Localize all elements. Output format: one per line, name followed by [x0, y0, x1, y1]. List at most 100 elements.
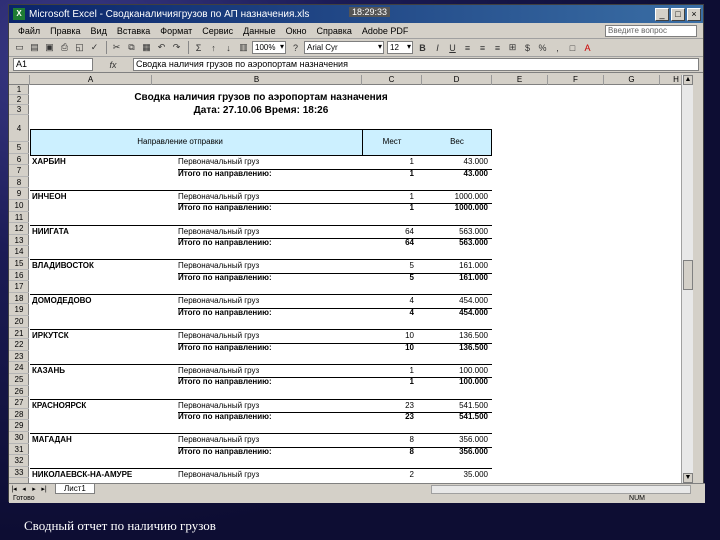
paste-icon[interactable]: ▦ [140, 41, 153, 54]
menu-view[interactable]: Вид [86, 26, 112, 36]
row-header[interactable]: 20 [9, 316, 29, 328]
thousands-icon[interactable]: , [551, 41, 564, 54]
row-header[interactable]: 25 [9, 374, 29, 386]
row-header[interactable]: 15 [9, 258, 29, 270]
vertical-scrollbar[interactable]: ▲ ▼ [681, 75, 693, 483]
first-sheet-icon[interactable]: |◂ [9, 485, 19, 493]
row-header[interactable]: 14 [9, 246, 29, 258]
minimize-button[interactable]: _ [655, 7, 669, 21]
row-header[interactable]: 17 [9, 281, 29, 293]
borders-icon[interactable]: □ [566, 41, 579, 54]
row-header[interactable]: 24 [9, 362, 29, 374]
row-header[interactable]: 32 [9, 455, 29, 467]
name-box[interactable]: A1 [13, 58, 93, 71]
row-header[interactable]: 5 [9, 142, 29, 154]
font-size-select[interactable]: 12 [387, 41, 413, 54]
column-header[interactable]: G [604, 75, 660, 85]
copy-icon[interactable]: ⧉ [125, 41, 138, 54]
align-right-icon[interactable]: ≡ [491, 41, 504, 54]
row-header[interactable]: 9 [9, 188, 29, 200]
menu-tools[interactable]: Сервис [197, 26, 238, 36]
row-header[interactable]: 3 [9, 105, 29, 115]
row-header[interactable]: 18 [9, 293, 29, 305]
spelling-icon[interactable]: ✓ [88, 41, 101, 54]
close-button[interactable]: × [687, 7, 701, 21]
row-header[interactable]: 12 [9, 223, 29, 235]
row-header[interactable]: 26 [9, 386, 29, 398]
cut-icon[interactable]: ✂ [110, 41, 123, 54]
row-header[interactable]: 10 [9, 200, 29, 212]
sort-descending-icon[interactable]: ↓ [222, 41, 235, 54]
print-icon[interactable]: ⎙ [58, 41, 71, 54]
row-header[interactable]: 28 [9, 409, 29, 421]
cell-grid[interactable]: Сводка наличия грузов по аэропортам назн… [30, 85, 693, 483]
redo-icon[interactable]: ↷ [170, 41, 183, 54]
row-header[interactable]: 22 [9, 339, 29, 351]
select-all-corner[interactable] [9, 75, 30, 85]
row-header[interactable]: 1 [9, 85, 29, 95]
help-icon[interactable]: ? [289, 41, 302, 54]
row-header[interactable]: 11 [9, 212, 29, 224]
scroll-up-icon[interactable]: ▲ [683, 75, 693, 85]
row-header[interactable]: 27 [9, 397, 29, 409]
menu-edit[interactable]: Правка [45, 26, 85, 36]
align-center-icon[interactable]: ≡ [476, 41, 489, 54]
row-header[interactable]: 29 [9, 420, 29, 432]
row-header[interactable]: 30 [9, 432, 29, 444]
horizontal-scrollbar[interactable] [431, 484, 691, 494]
row-header[interactable]: 31 [9, 444, 29, 456]
row-header[interactable]: 2 [9, 95, 29, 105]
zoom-select[interactable]: 100% [252, 41, 286, 54]
open-folder-icon[interactable]: ▤ [28, 41, 41, 54]
column-header[interactable]: B [152, 75, 362, 85]
formula-input[interactable]: Сводка наличия грузов по аэропортам назн… [133, 58, 699, 71]
undo-icon[interactable]: ↶ [155, 41, 168, 54]
row-header[interactable]: 13 [9, 235, 29, 247]
prev-sheet-icon[interactable]: ◂ [19, 485, 29, 493]
menu-adobe-pdf[interactable]: Adobe PDF [357, 26, 414, 36]
column-header[interactable]: F [548, 75, 604, 85]
column-header[interactable]: E [492, 75, 548, 85]
row-header[interactable]: 8 [9, 177, 29, 189]
help-question-input[interactable]: Введите вопрос [605, 24, 697, 37]
row-header[interactable]: 6 [9, 154, 29, 166]
scroll-thumb[interactable] [683, 260, 693, 290]
row-header[interactable]: 23 [9, 351, 29, 363]
maximize-button[interactable]: □ [671, 7, 685, 21]
row-header[interactable]: 7 [9, 165, 29, 177]
merge-center-icon[interactable]: ⊞ [506, 41, 519, 54]
row-header[interactable]: 16 [9, 270, 29, 282]
chart-wizard-icon[interactable]: ▥ [237, 41, 250, 54]
row-header[interactable]: 4 [9, 115, 29, 142]
menu-help[interactable]: Справка [312, 26, 357, 36]
column-header[interactable]: A [30, 75, 152, 85]
last-sheet-icon[interactable]: ▸| [39, 485, 49, 493]
underline-icon[interactable]: U [446, 41, 459, 54]
align-left-icon[interactable]: ≡ [461, 41, 474, 54]
menu-data[interactable]: Данные [238, 26, 281, 36]
print-preview-icon[interactable]: ◱ [73, 41, 86, 54]
row-header[interactable]: 19 [9, 304, 29, 316]
sort-ascending-icon[interactable]: ↑ [207, 41, 220, 54]
menu-format[interactable]: Формат [155, 26, 197, 36]
next-sheet-icon[interactable]: ▸ [29, 485, 39, 493]
font-select[interactable]: Arial Cyr [304, 41, 384, 54]
currency-icon[interactable]: $ [521, 41, 534, 54]
sheet-tab[interactable]: Лист1 [55, 484, 95, 494]
column-header[interactable]: C [362, 75, 422, 85]
autosum-icon[interactable]: Σ [192, 41, 205, 54]
bold-icon[interactable]: B [416, 41, 429, 54]
menu-file[interactable]: Файл [13, 26, 45, 36]
column-header[interactable]: D [422, 75, 492, 85]
new-document-icon[interactable]: ▭ [13, 41, 26, 54]
row-header[interactable]: 33 [9, 467, 29, 479]
save-icon[interactable]: ▣ [43, 41, 56, 54]
font-color-icon[interactable]: A [581, 41, 594, 54]
row-header[interactable]: 21 [9, 328, 29, 340]
scroll-down-icon[interactable]: ▼ [683, 473, 693, 483]
menu-insert[interactable]: Вставка [112, 26, 155, 36]
fx-icon[interactable]: fx [93, 60, 133, 70]
italic-icon[interactable]: I [431, 41, 444, 54]
menu-window[interactable]: Окно [281, 26, 312, 36]
percent-icon[interactable]: % [536, 41, 549, 54]
